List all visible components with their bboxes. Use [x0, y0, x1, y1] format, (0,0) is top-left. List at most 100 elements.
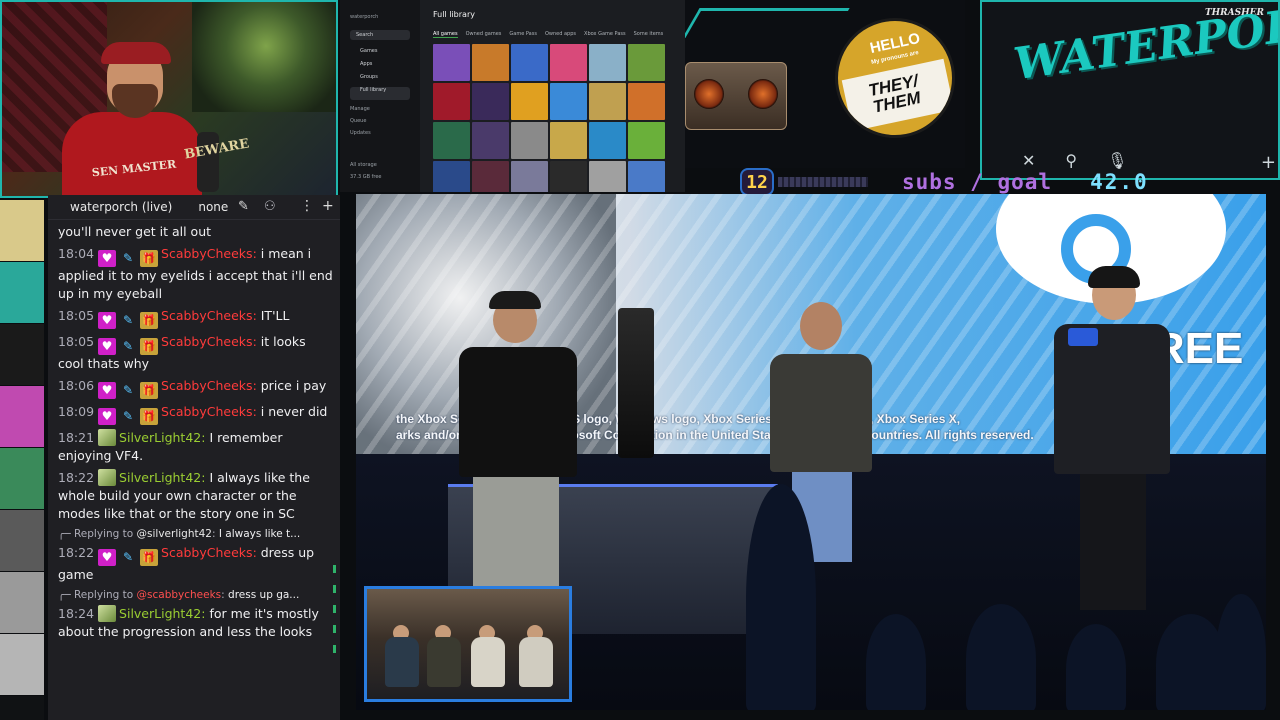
message-username[interactable]: ScabbyCheeks: [161, 545, 253, 560]
game-tile[interactable]: [433, 122, 470, 159]
library-game-grid: [433, 44, 683, 192]
stage-camera: [618, 308, 654, 458]
game-tile[interactable]: [511, 161, 548, 192]
message-username[interactable]: ScabbyCheeks: [161, 334, 253, 349]
more-options-icon[interactable]: ⋮: [300, 198, 314, 214]
sub-goal-label: subs / goal: [902, 170, 1053, 194]
game-tile[interactable]: [550, 83, 587, 120]
game-tile[interactable]: [472, 83, 509, 120]
presenter-right-mic: [1068, 328, 1098, 346]
library-search-box[interactable]: Search: [350, 30, 410, 40]
message-username[interactable]: ScabbyCheeks: [161, 308, 253, 323]
library-nav-full-library[interactable]: Full library: [350, 87, 410, 100]
reply-mention[interactable]: @scabbycheeks: [137, 589, 222, 601]
reply-context[interactable]: ╭─ Replying to @silverlight42: I always …: [58, 528, 333, 540]
game-tile[interactable]: [472, 161, 509, 192]
game-library-window: waterporch Search Games Apps Groups Full…: [340, 0, 685, 192]
chat-message: 18:22 SilverLight42: I always like the wh…: [58, 469, 333, 523]
message-separator: :: [252, 404, 261, 419]
message-username[interactable]: SilverLight42: [119, 430, 201, 445]
pencil-icon[interactable]: ✎: [238, 199, 249, 214]
audience-member: [1216, 594, 1266, 710]
sub-goal-widget: 12 subs / goal 42.0: [740, 168, 1160, 196]
panel-frame-deco: [685, 8, 850, 38]
game-tile[interactable]: [511, 44, 548, 81]
sub-count: 12: [740, 168, 774, 196]
message-timestamp: 18:21: [58, 430, 95, 445]
game-tile[interactable]: [589, 122, 626, 159]
library-tab-game-pass[interactable]: Game Pass: [509, 31, 537, 38]
chat-message: 18:04 ♥ ✎ 🎁 ScabbyCheeks: i mean i applied i…: [58, 245, 333, 303]
game-tile[interactable]: [433, 83, 470, 120]
audience-member: [966, 604, 1036, 710]
presenter-left-pants: [473, 477, 559, 587]
reply-mention[interactable]: @silverlight42: [137, 528, 212, 540]
game-tile[interactable]: [628, 161, 665, 192]
reply-context[interactable]: ╭─ Replying to @scabbycheeks: dress up g…: [58, 589, 333, 601]
game-tile[interactable]: [472, 122, 509, 159]
presenter-left-cap: [489, 291, 541, 309]
emote-tile: [0, 572, 44, 634]
library-nav-apps[interactable]: Apps: [350, 61, 410, 74]
library-manage-label[interactable]: Manage: [350, 106, 410, 112]
library-tab-xbox-game-pass[interactable]: Xbox Game Pass: [584, 31, 626, 38]
pronoun-badge: HELLO My pronouns are THEY/ THEM: [835, 18, 955, 138]
sub-goal-progress-bar: [778, 177, 868, 187]
message-timestamp: 18:24: [58, 606, 95, 621]
message-username[interactable]: ScabbyCheeks: [161, 246, 253, 261]
emote-tile: [0, 200, 44, 262]
panelist: [385, 637, 419, 687]
library-nav-games[interactable]: Games: [350, 48, 410, 61]
reply-arrow-icon: ╭─: [58, 589, 74, 601]
message-username[interactable]: SilverLight42: [119, 470, 201, 485]
game-tile[interactable]: [589, 83, 626, 120]
gift-badge-icon: 🎁: [140, 408, 159, 425]
sub-goal-target: 42.0: [1090, 170, 1149, 194]
message-username[interactable]: ScabbyCheeks: [161, 378, 253, 393]
message-text: IT'LL: [260, 308, 290, 323]
game-tile[interactable]: [628, 44, 665, 81]
game-tile[interactable]: [511, 122, 548, 159]
emote-tile: [0, 634, 44, 696]
message-separator: :: [252, 378, 261, 393]
library-nav-groups[interactable]: Groups: [350, 74, 410, 87]
heart-badge-icon: ♥: [98, 338, 117, 355]
plus-icon[interactable]: +: [1261, 152, 1276, 173]
char-badge-icon: [98, 469, 117, 486]
presenter-right: [1054, 266, 1174, 610]
chat-mode[interactable]: none: [198, 200, 228, 214]
pencil-badge-icon: ✎: [123, 251, 134, 265]
game-tile[interactable]: [433, 161, 470, 192]
audience-member: [866, 614, 926, 710]
library-tab-owned-games[interactable]: Owned games: [466, 31, 502, 38]
game-tile[interactable]: [550, 161, 587, 192]
library-main: Full library All games Owned games Game …: [433, 10, 683, 192]
message-username[interactable]: ScabbyCheeks: [161, 404, 253, 419]
message-username[interactable]: SilverLight42: [119, 606, 201, 621]
game-tile[interactable]: [550, 122, 587, 159]
emote-tile: [0, 448, 44, 510]
heart-badge-icon: ♥: [98, 312, 117, 329]
library-tab-owned-apps[interactable]: Owned apps: [545, 31, 576, 38]
game-tile[interactable]: [511, 83, 548, 120]
game-tile[interactable]: [472, 44, 509, 81]
tapestry-right: [192, 2, 336, 112]
chat-message: 18:22 ♥ ✎ 🎁 ScabbyCheeks: dress up game: [58, 544, 333, 584]
library-tab-some-items[interactable]: Some items: [634, 31, 664, 38]
add-icon[interactable]: +: [322, 198, 334, 214]
game-tile[interactable]: [550, 44, 587, 81]
users-icon[interactable]: ⚇: [264, 199, 276, 214]
library-manage-queue[interactable]: Queue: [350, 118, 410, 124]
boombox-image: [685, 62, 787, 130]
game-tile[interactable]: [589, 44, 626, 81]
library-tabs: All games Owned games Game Pass Owned ap…: [433, 31, 683, 38]
panelist: [471, 637, 505, 687]
game-tile[interactable]: [589, 161, 626, 192]
library-tab-all-games[interactable]: All games: [433, 31, 458, 38]
message-timestamp: 18:05: [58, 334, 95, 349]
game-tile[interactable]: [628, 83, 665, 120]
library-manage-updates[interactable]: Updates: [350, 130, 410, 136]
game-tile[interactable]: [628, 122, 665, 159]
game-tile[interactable]: [433, 44, 470, 81]
chat-message: 18:09 ♥ ✎ 🎁 ScabbyCheeks: i never did: [58, 403, 333, 425]
